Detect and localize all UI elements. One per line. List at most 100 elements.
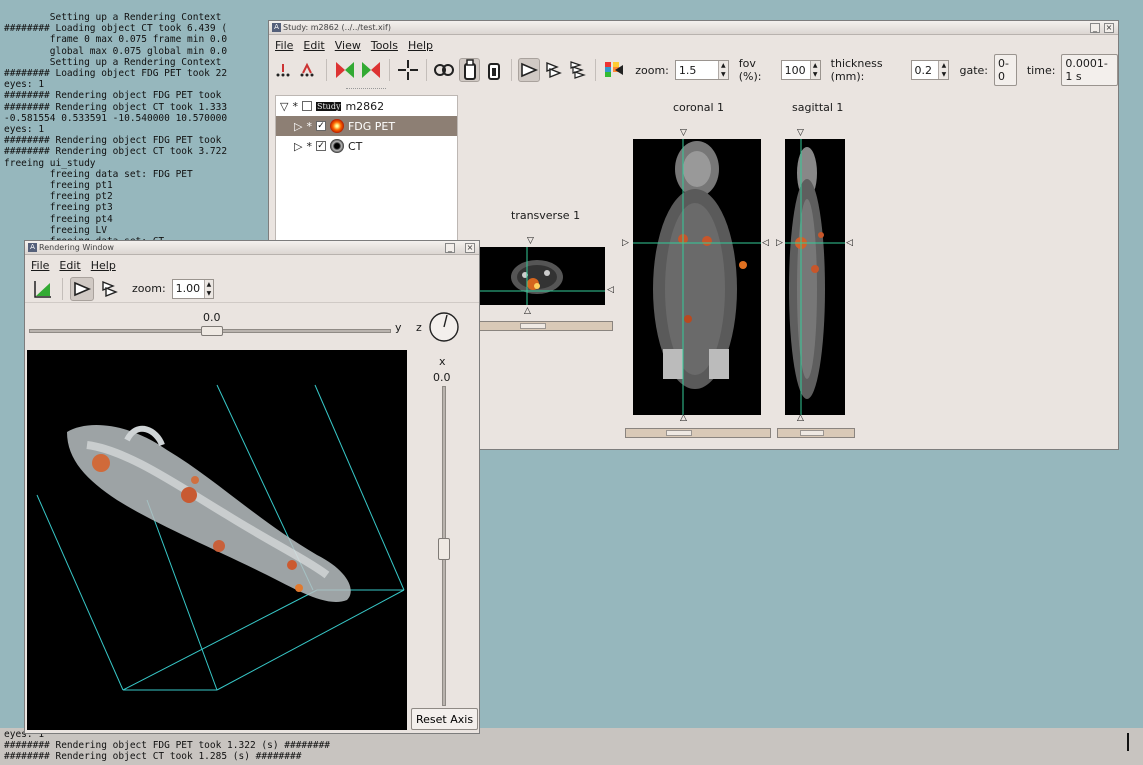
fuse-blend-icon[interactable]: [334, 58, 356, 82]
menu-file[interactable]: File: [31, 259, 49, 272]
transverse-scrollbar[interactable]: [477, 321, 613, 331]
coronal-view[interactable]: [633, 139, 761, 415]
view-transverse-icon[interactable]: [518, 58, 541, 82]
render-canvas[interactable]: [27, 350, 407, 730]
spin-arrows-icon[interactable]: ▲ ▼: [938, 61, 949, 79]
toolbar-separator: [595, 59, 597, 81]
study-titlebar[interactable]: A Study: m2862 (../../test.xif) _ ×: [269, 21, 1118, 35]
interpolation-nearest-icon[interactable]: [275, 58, 295, 82]
transfer-function-icon[interactable]: [31, 277, 55, 301]
close-button[interactable]: ×: [1104, 23, 1114, 33]
crosshair-icon[interactable]: [397, 58, 419, 82]
menu-help[interactable]: Help: [91, 259, 116, 272]
ct-checkbox[interactable]: ✓: [315, 141, 326, 151]
zoom-value: 1.00: [175, 282, 201, 295]
spin-arrows-icon[interactable]: ▲ ▼: [204, 279, 213, 298]
view-single-icon[interactable]: [70, 276, 94, 301]
expander-closed-icon[interactable]: ▷: [294, 120, 302, 133]
study-toolbar: zoom: 1.5 ▲ ▼ fov (%): 100 ▲ ▼ thickness (…: [269, 54, 1119, 86]
fdg-pet-label: FDG PET: [347, 119, 396, 133]
menu-help[interactable]: Help: [408, 39, 433, 52]
terminal-line: freeing pt2: [4, 191, 113, 203]
sagittal-scrollbar[interactable]: [777, 428, 855, 438]
cursor-marker-right: ◁: [762, 238, 769, 248]
menu-edit[interactable]: Edit: [59, 259, 80, 272]
toolbar-separator: [510, 59, 512, 81]
menu-view[interactable]: View: [335, 39, 361, 52]
fov-value: 100: [784, 63, 806, 77]
thickness-label: thickness (mm):: [830, 57, 883, 83]
terminal-line: frame 0 max 0.075 frame min 0.0: [4, 34, 228, 46]
reset-axis-button[interactable]: Reset Axis: [411, 708, 479, 730]
tree-row-fdg-pet[interactable]: ▷ * ✓ FDG PET: [276, 116, 457, 136]
y-value: 0.0: [203, 311, 221, 324]
cursor-marker-left: ▷: [776, 238, 783, 248]
terminal-line: ######## Rendering object CT took 1.285 …: [4, 751, 302, 762]
y-slider-thumb[interactable]: [201, 326, 223, 336]
fdg-pet-checkbox[interactable]: ✓: [315, 121, 326, 131]
fov-spinbox[interactable]: 100 ▲ ▼: [780, 60, 821, 80]
fuse-overlay-icon[interactable]: [360, 58, 382, 82]
thickness-spinbox[interactable]: 0.2 ▲ ▼: [910, 60, 950, 80]
terminal-line: Setting up a Rendering Context: [4, 56, 222, 68]
view-link-icon[interactable]: [433, 58, 455, 82]
terminal-line: freeing ui_study: [4, 157, 96, 169]
menu-tools[interactable]: Tools: [371, 39, 398, 52]
terminal-line: ######## Loading object CT took 6.439 (: [4, 23, 228, 35]
zoom-spinbox[interactable]: 1.5 ▲ ▼: [674, 60, 729, 80]
terminal-line: ######## Loading object FDG PET took 22: [4, 68, 228, 80]
pet-thumbnail-icon: [329, 119, 344, 133]
view-stereo-icon[interactable]: [98, 277, 122, 301]
transverse-view[interactable]: [477, 247, 605, 305]
view-coronal-icon[interactable]: [544, 58, 564, 82]
minimize-button[interactable]: _: [445, 243, 455, 253]
x-slider-thumb[interactable]: [438, 538, 450, 560]
tree-row-study[interactable]: ▽ * Study m2862: [276, 96, 457, 116]
menu-file[interactable]: File: [275, 39, 293, 52]
view-sagittal-icon[interactable]: [568, 58, 588, 82]
tree-star: *: [292, 99, 298, 113]
terminal-line: freeing pt1: [4, 180, 113, 192]
expander-open-icon[interactable]: ▽: [280, 100, 288, 113]
tree-row-ct[interactable]: ▷ * ✓ CT: [276, 136, 457, 156]
gate-button[interactable]: 0-0: [993, 54, 1017, 86]
time-button[interactable]: 0.0001-1 s: [1061, 54, 1119, 86]
terminal-line: ######## Rendering object FDG PET took: [4, 135, 222, 147]
cursor-marker-bottom: △: [797, 413, 804, 423]
rendering-titlebar[interactable]: A Rendering Window _ ×: [25, 241, 479, 255]
scrollbar-thumb[interactable]: [800, 430, 824, 436]
scrollbar-thumb[interactable]: [520, 323, 546, 329]
spin-arrows-icon[interactable]: ▲ ▼: [809, 61, 820, 79]
view-mode-single-icon[interactable]: [459, 58, 480, 82]
terminal-line: -0.581554 0.533591 -10.540000 10.570000: [4, 112, 228, 124]
close-button[interactable]: ×: [465, 243, 475, 253]
study-menubar: File Edit View Tools Help: [269, 36, 1118, 54]
sagittal-view[interactable]: [785, 139, 845, 415]
zoom-spinbox[interactable]: 1.00 ▲ ▼: [171, 278, 214, 299]
menu-edit[interactable]: Edit: [303, 39, 324, 52]
x-value: 0.0: [433, 371, 451, 384]
coronal-scrollbar[interactable]: [625, 428, 771, 438]
rendering-window: A Rendering Window _ × File Edit Help zo…: [24, 240, 480, 734]
interpolation-linear-icon[interactable]: [299, 58, 319, 82]
expander-closed-icon[interactable]: ▷: [294, 140, 302, 153]
pane-grip[interactable]: [346, 88, 386, 92]
terminal-line: freeing LV: [4, 224, 107, 236]
spin-arrows-icon[interactable]: ▲ ▼: [717, 61, 728, 79]
view-mode-multi-icon[interactable]: [484, 58, 504, 82]
zoom-value: 1.5: [678, 63, 697, 77]
cursor-marker-top: ▽: [527, 236, 534, 246]
terminal-output: Setting up a Rendering Context ######## L…: [4, 12, 272, 247]
time-label: time:: [1026, 63, 1056, 77]
minimize-button[interactable]: _: [1090, 23, 1100, 33]
scrollbar-thumb[interactable]: [666, 430, 692, 436]
z-rotation-dial[interactable]: [428, 311, 460, 346]
cursor-marker-bottom: △: [680, 413, 687, 423]
color-table-icon[interactable]: [603, 58, 625, 82]
toolbar-separator: [388, 59, 390, 81]
toolbar-separator: [326, 59, 327, 81]
cursor-marker-top: ▽: [680, 128, 687, 138]
study-checkbox[interactable]: [301, 101, 312, 111]
cursor-marker-bottom: △: [524, 306, 531, 316]
tree-star: *: [306, 119, 312, 133]
